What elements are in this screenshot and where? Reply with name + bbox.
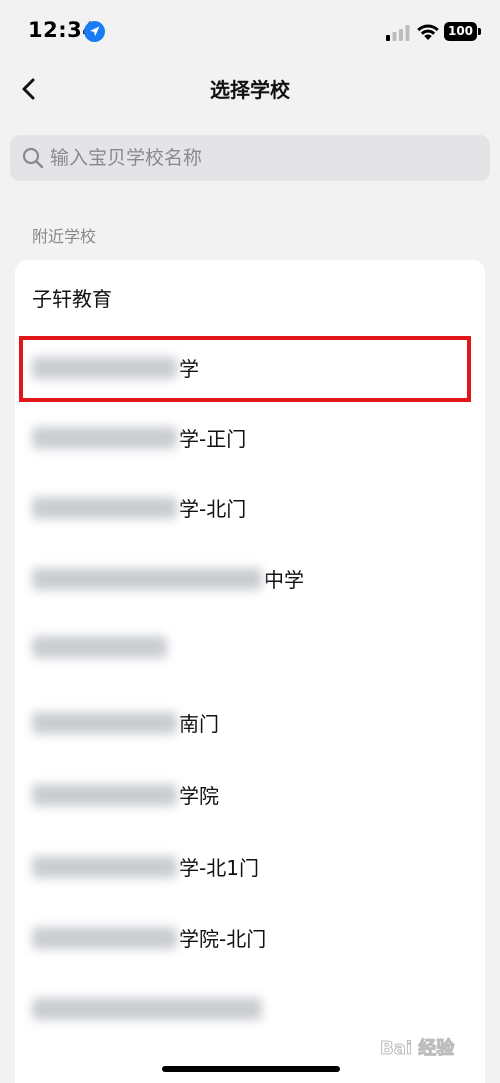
school-item[interactable]: 中学 [15,544,485,614]
school-name: 子轩教育 [32,283,112,312]
school-list: 子轩教育 学 学-正门 学-北门 中学 南门 学院 学-北1门 学院-北门 [15,260,485,1083]
blurred-name-prefix [32,712,177,734]
section-header-nearby: 附近学校 [32,227,97,246]
school-item[interactable]: 学院 [15,760,485,830]
school-name: 学-正门 [32,423,246,452]
school-item[interactable]: 子轩教育 [15,263,485,333]
school-name-text: 中学 [264,568,304,592]
blurred-name-prefix [32,636,167,658]
blurred-name-prefix [32,927,177,949]
school-name-text: 学-正门 [179,427,247,451]
school-item[interactable]: 南门 [15,688,485,758]
status-bar: 12:34 100 [0,0,500,64]
school-name [32,998,264,1022]
school-name-text: 学 [179,357,199,381]
cellular-signal-icon [386,25,410,41]
school-name: 学 [32,353,199,382]
battery-indicator: 100 [444,22,477,41]
search-input[interactable] [50,135,480,181]
baidu-watermark: Bai 经验 [379,1028,495,1064]
wifi-icon [417,24,439,40]
school-name-text: 学-北1门 [179,856,259,880]
blurred-name-prefix [32,568,262,590]
school-name-text: 学院-北门 [179,927,267,951]
school-name: 学院 [32,780,219,809]
school-item[interactable]: 学-北门 [15,473,485,543]
page-title: 选择学校 [210,78,290,102]
blurred-name-prefix [32,998,262,1020]
school-name [32,636,169,660]
school-name-text: 子轩教育 [32,287,112,311]
watermark-text: Bai 经验 [379,1038,455,1060]
school-item[interactable] [15,616,485,686]
blurred-name-prefix [32,427,177,449]
school-name: 学-北门 [32,493,246,522]
school-name-text: 南门 [179,712,219,736]
school-name: 中学 [32,564,304,593]
search-icon [22,147,44,169]
blurred-name-prefix [32,497,177,519]
school-item[interactable]: 学-正门 [15,403,485,473]
blurred-name-prefix [32,357,177,379]
school-item[interactable]: 学院-北门 [15,903,485,973]
search-box[interactable] [10,135,490,181]
blurred-name-prefix [32,856,177,878]
location-arrow-icon [84,21,105,42]
school-item[interactable]: 学 [15,333,485,403]
school-name: 学院-北门 [32,923,266,952]
blurred-name-prefix [32,784,177,806]
battery-tip [478,28,481,35]
school-name-text: 学-北门 [179,497,247,521]
school-name-text: 学院 [179,784,219,808]
school-name: 学-北1门 [32,852,259,881]
home-indicator[interactable] [162,1066,340,1072]
school-name: 南门 [32,708,219,737]
school-item[interactable]: 学-北1门 [15,832,485,902]
